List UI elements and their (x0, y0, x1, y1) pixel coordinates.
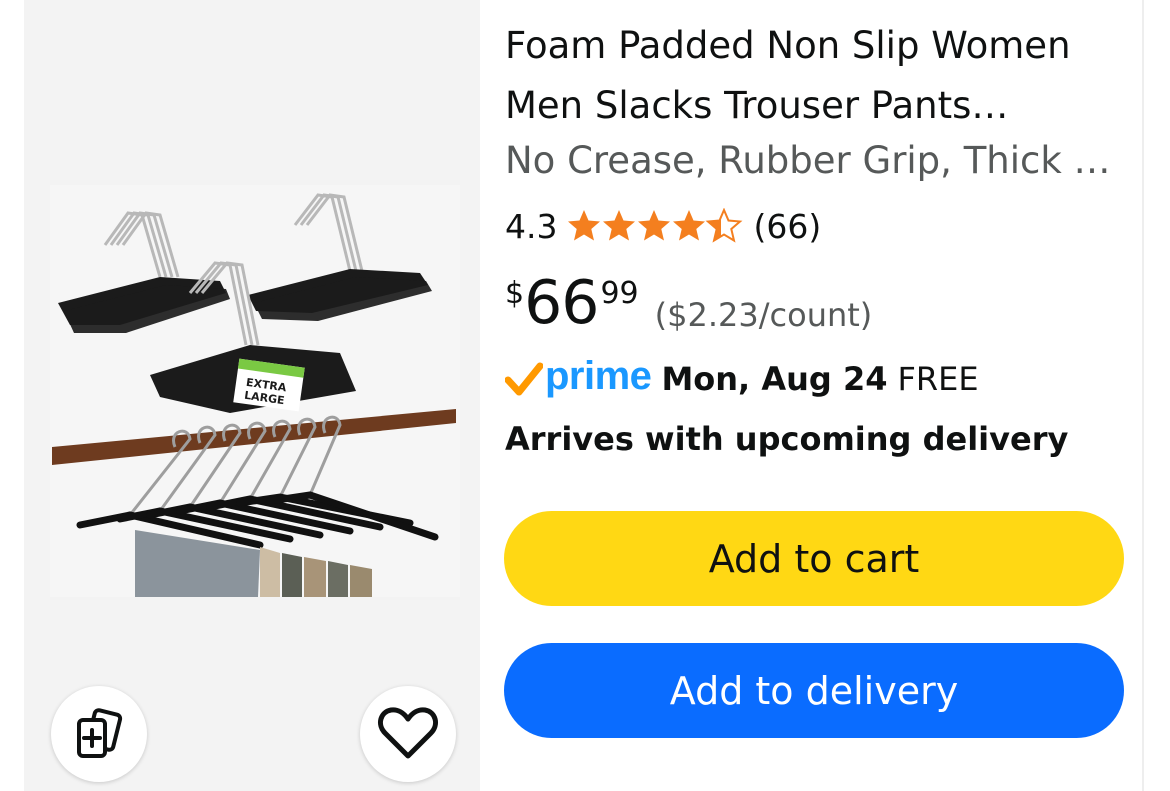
prime-logo: prime (505, 354, 652, 398)
price-symbol: $ (505, 276, 525, 311)
wishlist-button[interactable] (360, 686, 456, 782)
product-image[interactable]: EXTRA LARGE (50, 185, 460, 597)
arrives-note: Arrives with upcoming delivery (505, 420, 1069, 458)
unit-price: ($2.23/count) (654, 296, 873, 334)
rating-stars-icon (568, 209, 742, 242)
prime-text: prime (545, 354, 652, 398)
price-fraction: 99 (600, 276, 639, 311)
price-whole: 66 (524, 268, 599, 338)
right-divider (1142, 0, 1144, 791)
product-subtitle: No Crease, Rubber Grip, Thick … (505, 139, 1111, 182)
rating-row[interactable]: 4.3 (66) (505, 204, 821, 248)
add-to-cart-button[interactable]: Add to cart (504, 511, 1124, 606)
rating-value: 4.3 (505, 206, 558, 246)
delivery-row: prime Mon, Aug 24 FREE (505, 352, 979, 406)
prime-check-icon (505, 362, 543, 396)
compare-button[interactable] (51, 686, 147, 782)
price: $ 66 99 ($2.23/count) (505, 268, 872, 338)
compare-cards-icon (77, 708, 123, 758)
add-to-delivery-button[interactable]: Add to delivery (504, 643, 1124, 738)
product-title-line-1[interactable]: Foam Padded Non Slip Women (505, 16, 1125, 76)
product-title-line-2[interactable]: Men Slacks Trouser Pants… (505, 76, 1125, 136)
rating-count[interactable]: (66) (753, 207, 821, 246)
delivery-cost: FREE (897, 360, 979, 398)
product-title[interactable]: Foam Padded Non Slip Women Men Slacks Tr… (505, 16, 1125, 136)
heart-icon (377, 707, 439, 759)
delivery-date: Mon, Aug 24 (661, 360, 888, 398)
